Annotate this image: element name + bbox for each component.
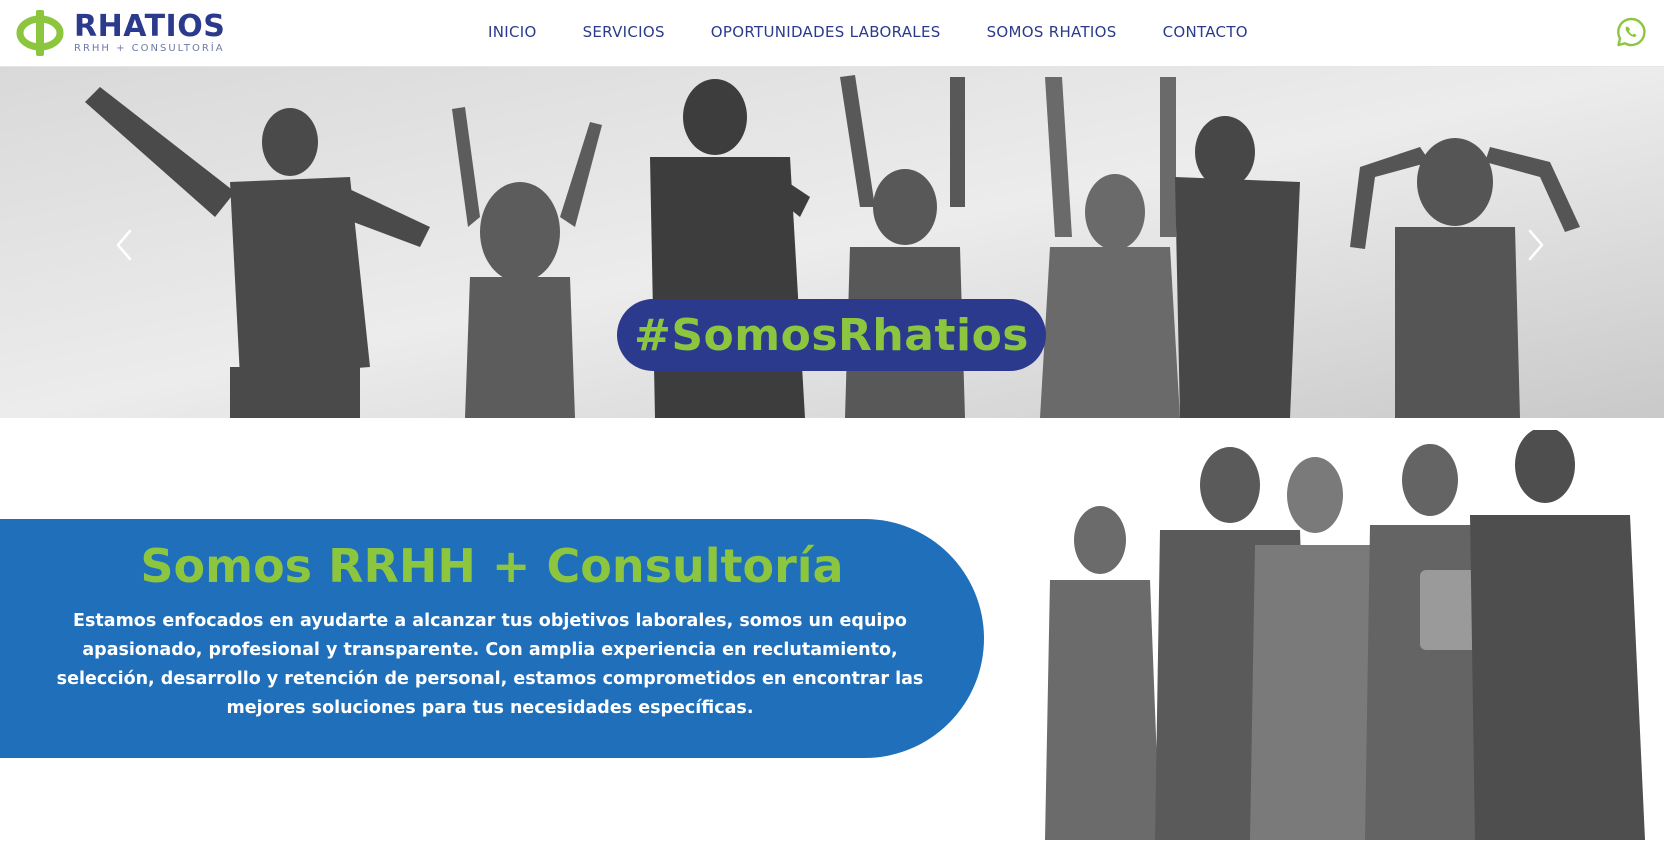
site-header: RHATIOS RRHH + CONSULTORÍA INICIO SERVIC…: [0, 0, 1664, 67]
phi-logo-icon: [16, 10, 64, 56]
hero-slider: #SomosRhatios: [0, 67, 1664, 418]
nav-item-servicios[interactable]: SERVICIOS: [583, 23, 665, 41]
chevron-right-icon[interactable]: [1520, 225, 1550, 265]
hashtag-pill: #SomosRhatios: [617, 299, 1046, 371]
about-card: Somos RRHH + Consultoría Estamos enfocad…: [0, 519, 984, 758]
site-logo[interactable]: RHATIOS RRHH + CONSULTORÍA: [16, 8, 225, 58]
hashtag-text: #SomosRhatios: [634, 309, 1029, 361]
nav-item-contacto[interactable]: CONTACTO: [1163, 23, 1248, 41]
about-title: Somos RRHH + Consultoría: [140, 539, 844, 593]
nav-item-oportunidades-laborales[interactable]: OPORTUNIDADES LABORALES: [711, 23, 941, 41]
chevron-left-icon[interactable]: [110, 225, 140, 265]
nav-item-somos-rhatios[interactable]: SOMOS RHATIOS: [987, 23, 1117, 41]
main-nav: INICIO SERVICIOS OPORTUNIDADES LABORALES…: [488, 23, 1248, 41]
whatsapp-icon[interactable]: [1615, 16, 1647, 48]
logo-tagline: RRHH + CONSULTORÍA: [74, 43, 225, 54]
team-photo: [1045, 430, 1645, 840]
nav-item-inicio[interactable]: INICIO: [488, 23, 537, 41]
about-text: Estamos enfocados en ayudarte a alcanzar…: [56, 611, 924, 718]
logo-name: RHATIOS: [74, 9, 226, 44]
